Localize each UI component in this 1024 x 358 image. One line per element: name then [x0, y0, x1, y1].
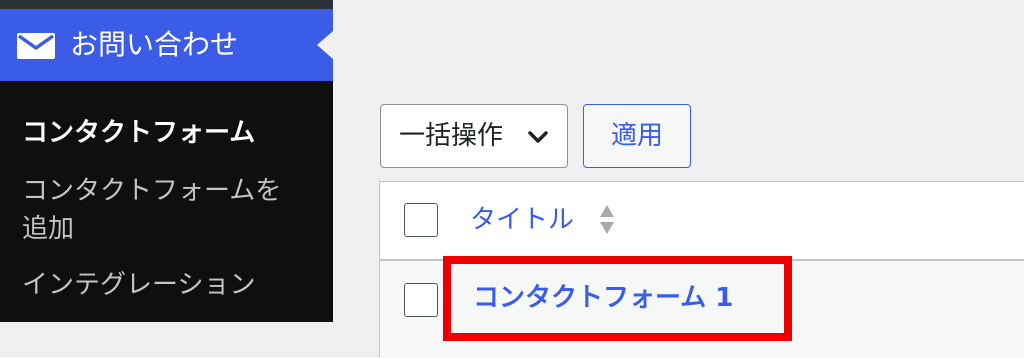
submenu-item-label: コンタクトフォーム: [22, 118, 256, 148]
submenu-item-label-line2: 追加: [22, 214, 75, 244]
menu-item-contact[interactable]: お問い合わせ: [0, 9, 333, 81]
sort-icon[interactable]: [598, 203, 616, 237]
bulk-action-label: 一括操作: [399, 121, 504, 151]
select-all-checkbox[interactable]: [404, 203, 438, 237]
bulk-action-select[interactable]: 一括操作: [380, 104, 568, 168]
submenu-item-label-line1: コンタクトフォームを: [22, 176, 282, 206]
sidebar-bottom-strip: [0, 322, 333, 357]
forms-table: タイトル コンタクトフォーム 1: [379, 181, 1024, 358]
submenu-item-integration[interactable]: インテグレーション: [22, 266, 255, 304]
current-menu-arrow: [317, 31, 333, 59]
menu-item-contact-label: お問い合わせ: [70, 28, 239, 61]
submenu-item-contact-forms[interactable]: コンタクトフォーム: [22, 114, 255, 152]
submenu-item-label: インテグレーション: [22, 270, 256, 300]
submenu-item-add-contact-form[interactable]: コンタクトフォームを 追加: [22, 172, 281, 248]
mail-icon: [17, 33, 55, 59]
row-checkbox[interactable]: [404, 283, 438, 317]
admin-sidebar: お問い合わせ コンタクトフォーム コンタクトフォームを 追加 インテグレーション: [0, 0, 333, 322]
chevron-down-icon: [528, 131, 548, 143]
column-header-title[interactable]: タイトル: [470, 202, 574, 238]
apply-button[interactable]: 適用: [583, 104, 691, 168]
form-title-link[interactable]: コンタクトフォーム 1: [473, 279, 733, 317]
